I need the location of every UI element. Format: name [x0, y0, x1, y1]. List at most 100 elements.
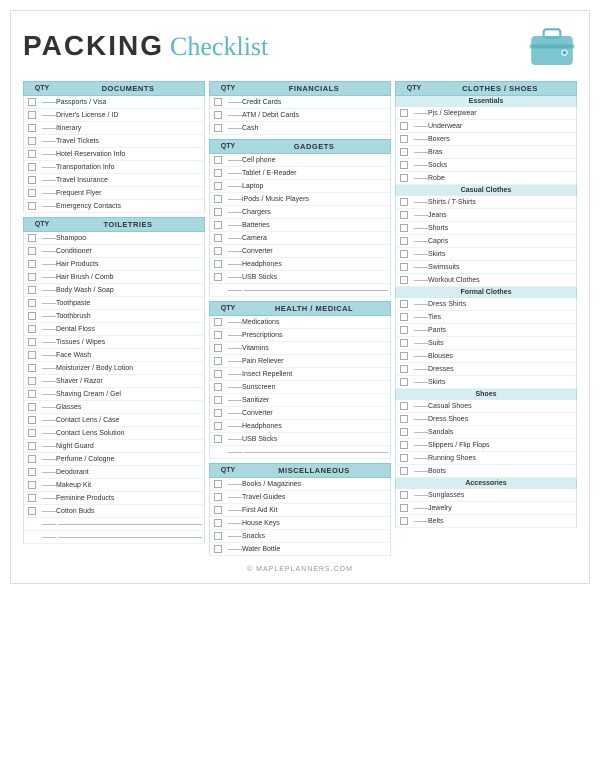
checkbox[interactable]: [400, 352, 408, 360]
checkbox[interactable]: [28, 416, 36, 424]
checkbox[interactable]: [214, 506, 222, 514]
checkbox[interactable]: [28, 111, 36, 119]
checkbox[interactable]: [400, 454, 408, 462]
checkbox[interactable]: [28, 351, 36, 359]
checkbox[interactable]: [28, 442, 36, 450]
checkbox[interactable]: [214, 344, 222, 352]
checkbox[interactable]: [28, 202, 36, 210]
checkbox[interactable]: [214, 493, 222, 501]
checkbox[interactable]: [214, 396, 222, 404]
checkbox[interactable]: [400, 224, 408, 232]
checkbox[interactable]: [214, 480, 222, 488]
checkbox[interactable]: [28, 124, 36, 132]
checkbox[interactable]: [28, 364, 36, 372]
checkbox[interactable]: [28, 325, 36, 333]
checkbox[interactable]: [214, 221, 222, 229]
checkbox[interactable]: [214, 156, 222, 164]
checkbox[interactable]: [214, 234, 222, 242]
checkbox[interactable]: [400, 135, 408, 143]
checkbox[interactable]: [28, 429, 36, 437]
checkbox[interactable]: [28, 377, 36, 385]
checkbox[interactable]: [400, 237, 408, 245]
checkbox[interactable]: [28, 468, 36, 476]
checkbox[interactable]: [214, 519, 222, 527]
checkbox[interactable]: [28, 150, 36, 158]
qty-line: [228, 251, 242, 252]
qty-line: [228, 277, 242, 278]
checkbox[interactable]: [214, 208, 222, 216]
checkbox[interactable]: [28, 299, 36, 307]
checkbox[interactable]: [400, 198, 408, 206]
checkbox[interactable]: [214, 260, 222, 268]
checkbox[interactable]: [28, 176, 36, 184]
checkbox[interactable]: [214, 195, 222, 203]
item-label: Face Wash: [56, 352, 200, 359]
checkbox[interactable]: [400, 313, 408, 321]
list-item: Ties: [395, 311, 577, 324]
checkbox[interactable]: [400, 211, 408, 219]
checkbox[interactable]: [214, 435, 222, 443]
checkbox[interactable]: [214, 318, 222, 326]
checkbox[interactable]: [28, 338, 36, 346]
checkbox[interactable]: [214, 532, 222, 540]
checkbox[interactable]: [400, 263, 408, 271]
checkbox[interactable]: [400, 300, 408, 308]
checkbox[interactable]: [214, 357, 222, 365]
checkbox[interactable]: [400, 415, 408, 423]
checkbox[interactable]: [400, 517, 408, 525]
checkbox[interactable]: [214, 111, 222, 119]
checkbox[interactable]: [400, 326, 408, 334]
checkbox[interactable]: [28, 247, 36, 255]
checkbox[interactable]: [400, 339, 408, 347]
checkbox[interactable]: [214, 422, 222, 430]
qty-line: [414, 267, 428, 268]
checkbox[interactable]: [214, 182, 222, 190]
checkbox[interactable]: [28, 260, 36, 268]
checkbox[interactable]: [28, 390, 36, 398]
qty-line: [414, 126, 428, 127]
checkbox[interactable]: [400, 428, 408, 436]
checkbox[interactable]: [28, 507, 36, 515]
item-label: Dresses: [428, 366, 572, 373]
checkbox[interactable]: [28, 98, 36, 106]
checkbox[interactable]: [400, 148, 408, 156]
checkbox[interactable]: [214, 331, 222, 339]
checkbox[interactable]: [400, 276, 408, 284]
section-title: TOILETRIES: [56, 220, 200, 229]
checkbox[interactable]: [28, 137, 36, 145]
checkbox[interactable]: [400, 174, 408, 182]
checkbox[interactable]: [214, 98, 222, 106]
checkbox[interactable]: [400, 161, 408, 169]
checkbox[interactable]: [28, 312, 36, 320]
item-label: Pjs / Sleepwear: [428, 110, 572, 117]
checkbox[interactable]: [214, 409, 222, 417]
checkbox[interactable]: [214, 169, 222, 177]
checkbox[interactable]: [28, 234, 36, 242]
checkbox[interactable]: [400, 491, 408, 499]
checkbox[interactable]: [214, 370, 222, 378]
checkbox[interactable]: [28, 481, 36, 489]
checkbox[interactable]: [28, 273, 36, 281]
checkbox[interactable]: [28, 286, 36, 294]
checkbox[interactable]: [28, 163, 36, 171]
checkbox[interactable]: [214, 273, 222, 281]
checkbox[interactable]: [214, 545, 222, 553]
item-label: Capris: [428, 238, 572, 245]
list-item: Cell phone: [209, 154, 391, 167]
checkbox[interactable]: [400, 441, 408, 449]
checkbox[interactable]: [214, 247, 222, 255]
checkbox[interactable]: [28, 403, 36, 411]
checkbox[interactable]: [400, 109, 408, 117]
checkbox[interactable]: [400, 250, 408, 258]
checkbox[interactable]: [400, 378, 408, 386]
checkbox[interactable]: [214, 383, 222, 391]
checkbox[interactable]: [400, 122, 408, 130]
checkbox[interactable]: [400, 365, 408, 373]
checkbox[interactable]: [400, 467, 408, 475]
checkbox[interactable]: [28, 189, 36, 197]
checkbox[interactable]: [400, 402, 408, 410]
checkbox[interactable]: [400, 504, 408, 512]
checkbox[interactable]: [28, 455, 36, 463]
checkbox[interactable]: [214, 124, 222, 132]
checkbox[interactable]: [28, 494, 36, 502]
